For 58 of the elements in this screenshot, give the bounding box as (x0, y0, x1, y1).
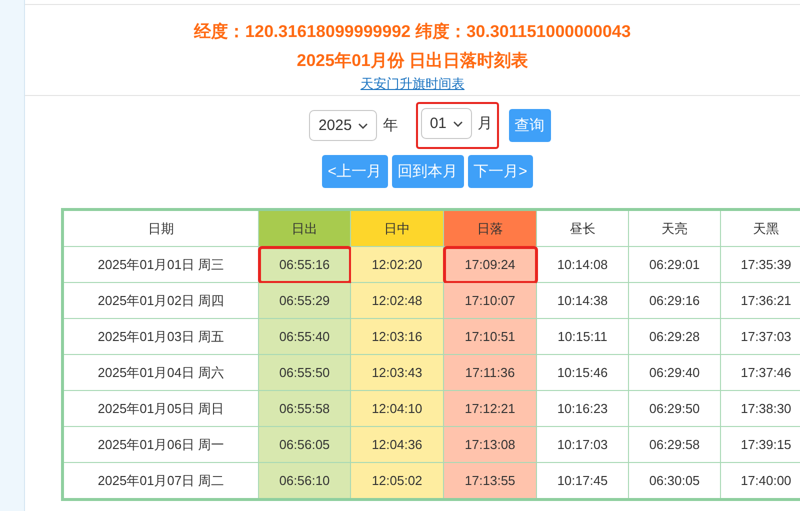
table-cell: 17:13:55 (444, 462, 536, 500)
coordinates-heading: 经度：120.31618099999992 纬度：30.301151000000043 (194, 21, 631, 43)
table-cell: 17:12:21 (444, 390, 536, 426)
table-cell: 12:02:20 (350, 246, 444, 282)
table-cell: 17:10:07 (444, 282, 536, 318)
table-cell: 10:14:38 (536, 282, 628, 318)
table-cell: 12:03:43 (350, 354, 444, 390)
table-cell: 06:55:16 (258, 246, 350, 282)
table-cell: 10:15:46 (536, 354, 628, 390)
table-cell: 06:55:29 (258, 282, 350, 318)
table-cell: 06:29:28 (628, 318, 720, 354)
table-cell: 17:11:36 (444, 354, 536, 390)
table-cell: 10:15:11 (536, 318, 628, 354)
table-cell: 06:55:50 (258, 354, 350, 390)
table-cell: 06:29:01 (628, 246, 720, 282)
table-cell: 10:16:23 (536, 390, 628, 426)
chevron-icon (452, 120, 463, 126)
query-button[interactable]: 查询 (508, 109, 551, 142)
flag-schedule-link[interactable]: 天安门升旗时间表 (360, 75, 464, 93)
column-header: 昼长 (536, 210, 628, 246)
column-header: 天黑 (720, 210, 800, 246)
table-cell: 17:09:24 (444, 246, 536, 282)
table-cell: 06:56:05 (258, 426, 350, 462)
table-cell: 17:13:08 (444, 426, 536, 462)
year-unit: 年 (382, 116, 398, 135)
table-cell: 06:56:10 (258, 462, 350, 500)
month-nav-button[interactable]: 回到本月 (392, 155, 464, 188)
month-select[interactable]: 01 (420, 108, 472, 139)
table-cell: 12:02:48 (350, 282, 444, 318)
table-cell: 2025年01月05日 周日 (62, 390, 258, 426)
table-cell: 10:14:08 (536, 246, 628, 282)
table-cell: 06:55:58 (258, 390, 350, 426)
table-cell: 06:29:16 (628, 282, 720, 318)
table-cell: 06:55:40 (258, 318, 350, 354)
table-cell: 10:17:03 (536, 426, 628, 462)
month-nav-button[interactable]: 下一月> (468, 155, 534, 188)
table-cell: 12:04:10 (350, 390, 444, 426)
column-header: 日中 (350, 210, 444, 246)
chevron-icon (358, 122, 368, 128)
month-nav-button[interactable]: <上一月 (322, 155, 388, 188)
table-cell: 12:05:02 (350, 462, 444, 500)
column-header: 日落 (444, 210, 536, 246)
table-cell: 2025年01月06日 周一 (62, 426, 258, 462)
column-header: 日出 (258, 210, 350, 246)
table-cell: 06:29:58 (628, 426, 720, 462)
table-cell: 17:10:51 (444, 318, 536, 354)
column-header: 天亮 (628, 210, 720, 246)
year-select[interactable]: 2025 (309, 110, 377, 141)
table-cell: 2025年01月03日 周五 (62, 318, 258, 354)
month-unit: 月 (478, 114, 493, 133)
table-cell: 2025年01月02日 周四 (62, 282, 258, 318)
page-title: 2025年01月份 日出日落时刻表 (296, 50, 528, 72)
table-cell: 12:03:16 (350, 318, 444, 354)
table-cell: 06:29:50 (628, 390, 720, 426)
table-cell: 2025年01月04日 周六 (62, 354, 258, 390)
column-header: 日期 (62, 210, 258, 246)
table-cell: 06:29:40 (628, 354, 720, 390)
table-cell: 12:04:36 (350, 426, 444, 462)
